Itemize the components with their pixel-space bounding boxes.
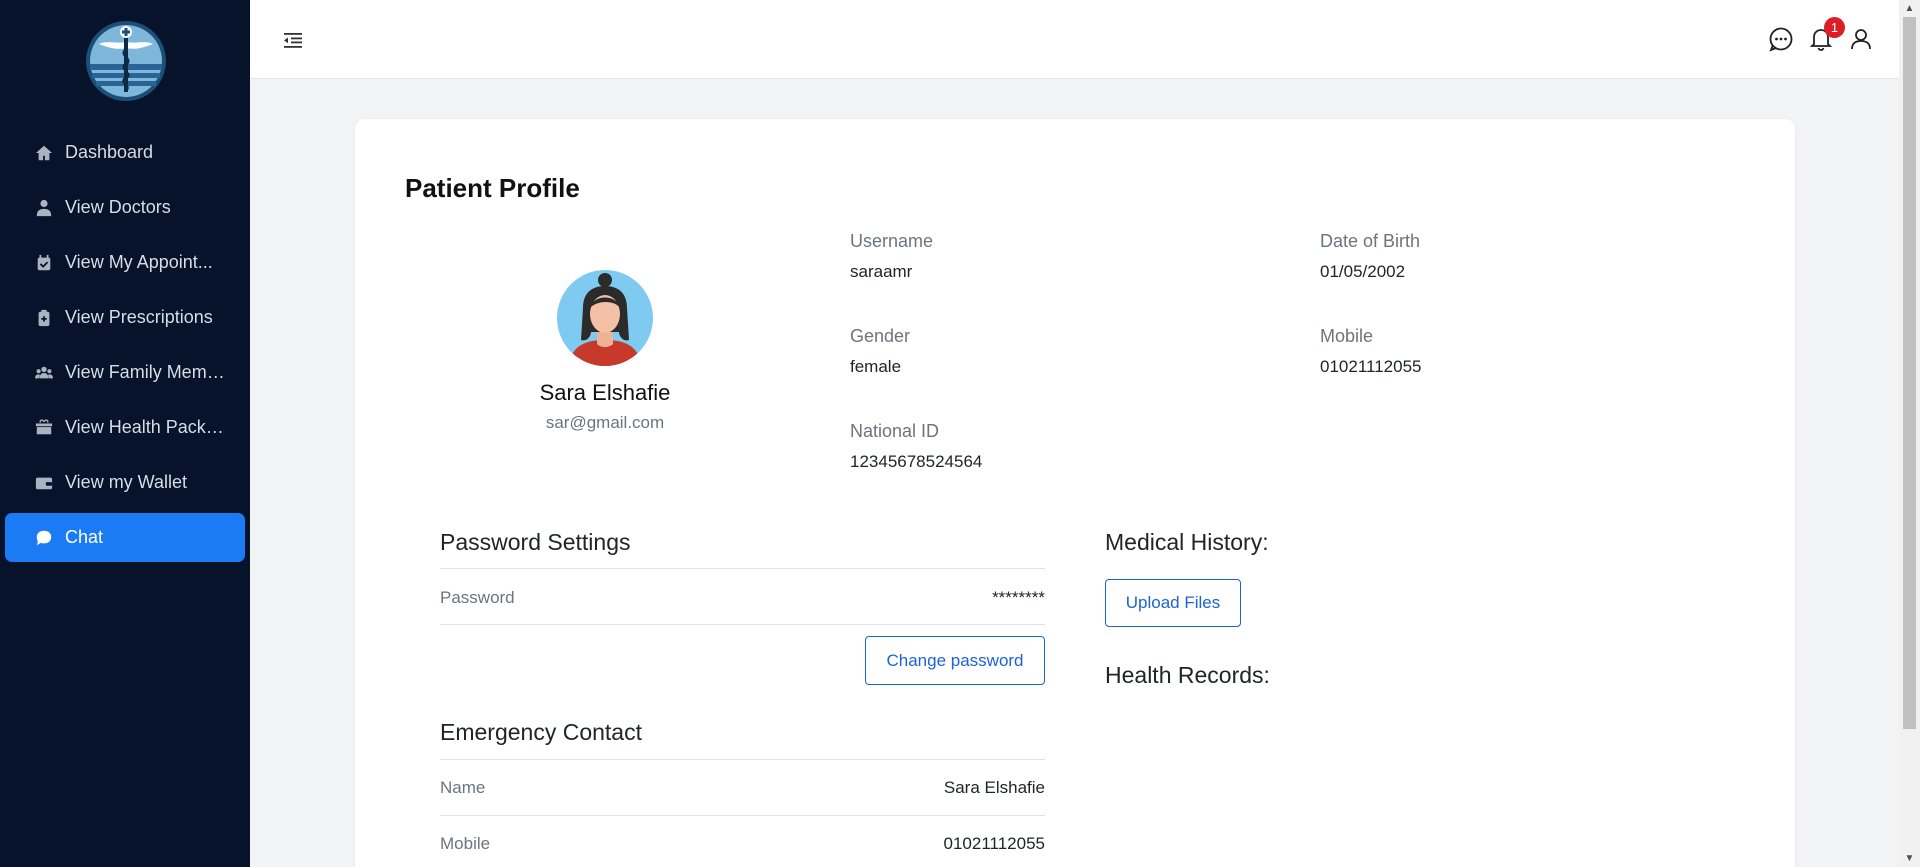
clipboard-medical-icon xyxy=(34,308,54,328)
sidebar-item-label: View My Appoint... xyxy=(65,252,213,272)
sidebar-item-label: View Doctors xyxy=(65,197,171,217)
sidebar-item-label: View Prescriptions xyxy=(65,307,213,327)
sidebar-item-chat[interactable]: Chat xyxy=(5,513,245,562)
sidebar: Dashboard View Doctors View My Appoint..… xyxy=(0,0,250,867)
sidebar-item-label: Chat xyxy=(65,527,104,547)
avatar xyxy=(557,270,653,366)
emergency-mobile-label: Mobile xyxy=(440,834,491,853)
profile-name: Sara Elshafie xyxy=(539,380,671,405)
box-heart-icon xyxy=(34,418,54,438)
dob-label: Date of Birth xyxy=(1320,231,1421,251)
profile-email: sar@gmail.com xyxy=(545,413,665,432)
change-password-button[interactable]: Change password xyxy=(865,636,1045,685)
medical-history-title: Medical History: xyxy=(1105,529,1269,555)
sidebar-item-label: View Health Packa... xyxy=(65,417,227,437)
upload-files-button[interactable]: Upload Files xyxy=(1105,579,1241,627)
sidebar-item-label: View Family Memb... xyxy=(65,362,227,382)
dob-value: 01/05/2002 xyxy=(1320,262,1406,281)
messages-icon[interactable] xyxy=(1768,26,1794,52)
gender-value: female xyxy=(850,357,902,376)
emergency-name-label: Name xyxy=(440,778,486,797)
notification-bell-icon[interactable]: 1 xyxy=(1808,17,1845,52)
password-label: Password xyxy=(440,588,515,607)
profile-card: Patient Profile Sara Elshafie sar@gmail.… xyxy=(355,119,1795,867)
scroll-up-arrow-icon[interactable]: ▲ xyxy=(1899,0,1920,17)
national-id-label: National ID xyxy=(850,421,940,441)
gender-label: Gender xyxy=(850,326,911,346)
notification-badge: 1 xyxy=(1824,17,1845,38)
divider xyxy=(440,624,1045,625)
health-records-title: Health Records: xyxy=(1105,662,1270,688)
home-icon xyxy=(34,143,54,163)
username-value: saraamr xyxy=(850,262,913,281)
users-icon xyxy=(34,363,54,383)
username-label: Username xyxy=(850,231,934,251)
sidebar-item-doctors[interactable]: View Doctors xyxy=(5,183,245,232)
scrollbar-thumb[interactable] xyxy=(1903,17,1916,729)
top-icons: 1 xyxy=(1754,17,1874,52)
mobile-label: Mobile xyxy=(1320,326,1374,346)
menu-toggle-icon[interactable] xyxy=(282,29,304,51)
chat-bubble-icon xyxy=(34,528,54,548)
mobile-value: 01021112055 xyxy=(1320,357,1422,376)
divider xyxy=(440,815,1045,816)
sidebar-nav: Dashboard View Doctors View My Appoint..… xyxy=(0,128,250,568)
calendar-check-icon xyxy=(34,253,54,273)
sidebar-item-label: View my Wallet xyxy=(65,472,188,492)
national-id-value: 12345678524564 xyxy=(850,452,983,471)
sidebar-item-dashboard[interactable]: Dashboard xyxy=(5,128,245,177)
top-bar: 1 xyxy=(250,0,1899,79)
sidebar-item-family[interactable]: View Family Memb... xyxy=(5,348,245,397)
emergency-mobile-value: 01021112055 xyxy=(943,834,1045,853)
sidebar-item-prescriptions[interactable]: View Prescriptions xyxy=(5,293,245,342)
page-title: Patient Profile xyxy=(405,173,580,203)
wallet-icon xyxy=(34,473,54,493)
divider xyxy=(440,568,1045,569)
doctor-icon xyxy=(34,198,54,218)
app-logo[interactable] xyxy=(85,20,167,102)
emergency-name-value: Sara Elshafie xyxy=(943,778,1045,797)
divider xyxy=(440,759,1045,760)
vertical-scrollbar[interactable]: ▲ ▼ xyxy=(1899,0,1920,867)
sidebar-item-label: Dashboard xyxy=(65,142,154,162)
emergency-contact-title: Emergency Contact xyxy=(440,719,642,745)
sidebar-item-appointments[interactable]: View My Appoint... xyxy=(5,238,245,287)
user-account-icon[interactable] xyxy=(1848,26,1874,52)
password-settings-title: Password Settings xyxy=(440,529,631,555)
scroll-down-arrow-icon[interactable]: ▼ xyxy=(1899,850,1920,867)
sidebar-item-wallet[interactable]: View my Wallet xyxy=(5,458,245,507)
sidebar-item-health-packages[interactable]: View Health Packa... xyxy=(5,403,245,452)
password-value: ******** xyxy=(992,588,1045,607)
